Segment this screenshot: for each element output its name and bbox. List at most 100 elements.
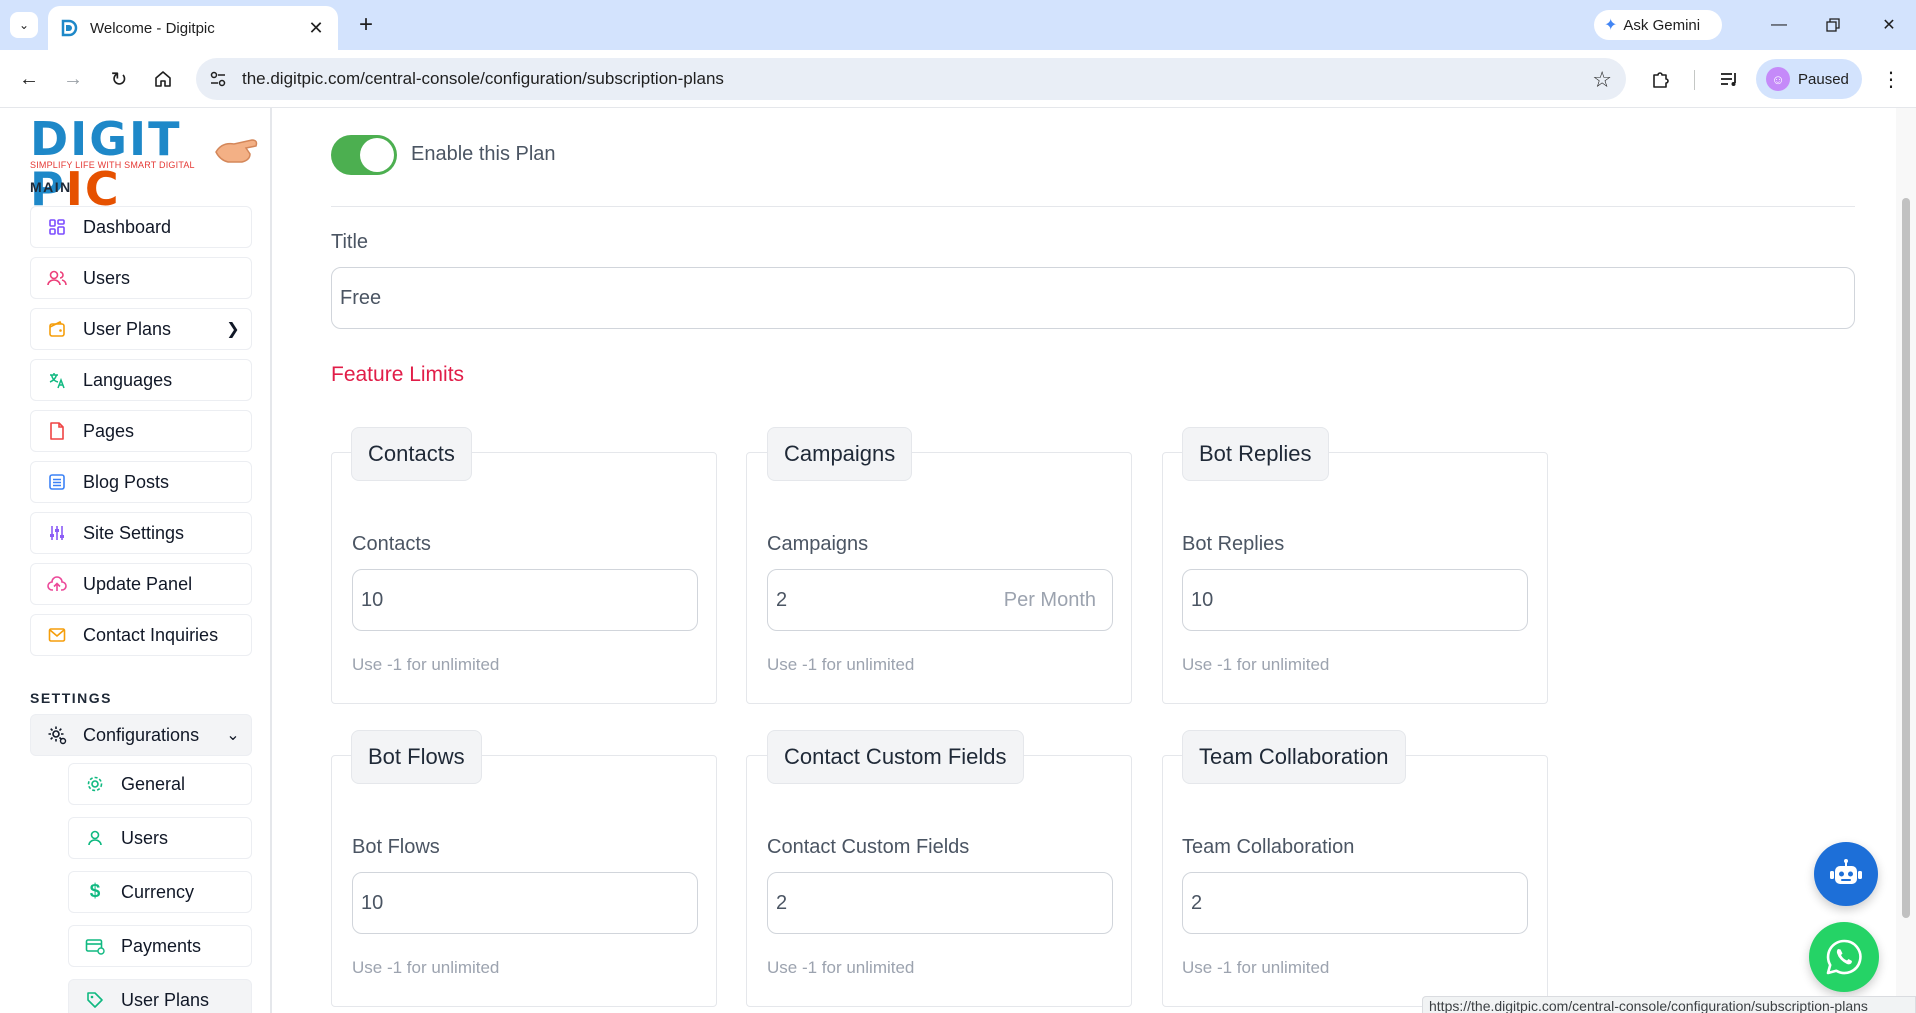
feature-hint: Use -1 for unlimited xyxy=(352,655,500,674)
sidebar-item-configurations[interactable]: Configurations ⌄ xyxy=(30,714,252,756)
sidebar-item-languages[interactable]: Languages xyxy=(30,359,252,401)
user-icon xyxy=(85,828,105,848)
title-label: Title xyxy=(331,231,369,253)
scrollbar-thumb[interactable] xyxy=(1902,198,1910,918)
sidebar-item-user-plans[interactable]: User Plans ❯ xyxy=(30,308,252,350)
chevron-down-icon: ⌄ xyxy=(18,18,30,32)
browser-tab[interactable]: Welcome - Digitpic ✕ xyxy=(48,6,338,50)
toolbar-separator xyxy=(1694,70,1695,90)
sidebar-item-pages[interactable]: Pages xyxy=(30,410,252,452)
cloud-upload-icon xyxy=(47,574,67,594)
sidebar-item-label: Users xyxy=(83,267,131,288)
sidebar-item-dashboard[interactable]: Dashboard xyxy=(30,206,252,248)
sidebar-item-site-settings[interactable]: Site Settings xyxy=(30,512,252,554)
sidebar-item-contact-inquiries[interactable]: Contact Inquiries xyxy=(30,614,252,656)
feature-input-value: 2 xyxy=(776,891,788,914)
profile-avatar-icon: ☺ xyxy=(1766,67,1790,91)
browser-menu-icon[interactable]: ⋮ xyxy=(1878,64,1904,94)
restore-window-icon[interactable] xyxy=(1818,12,1848,38)
feature-limits-heading: Feature Limits xyxy=(331,363,465,386)
mail-icon xyxy=(47,625,67,645)
feature-hint: Use -1 for unlimited xyxy=(1182,958,1330,977)
settings-section-label: SETTINGS xyxy=(30,690,113,706)
feature-legend: Team Collaboration xyxy=(1182,730,1406,784)
ask-gemini-button[interactable]: ✦ Ask Gemini xyxy=(1594,10,1722,40)
site-info-icon[interactable] xyxy=(208,69,228,89)
digitpic-favicon-icon xyxy=(61,19,78,37)
sidebar-item-label: Contact Inquiries xyxy=(83,624,219,645)
section-divider xyxy=(331,206,1855,207)
page-scrollbar[interactable] xyxy=(1896,108,1916,1013)
address-bar[interactable]: the.digitpic.com/central-console/configu… xyxy=(196,58,1626,100)
sidebar-item-label: Update Panel xyxy=(83,573,193,594)
feature-field-label: Team Collaboration xyxy=(1182,836,1355,858)
whatsapp-button[interactable] xyxy=(1809,922,1879,992)
toggle-knob xyxy=(360,138,394,172)
chevron-down-icon: ⌄ xyxy=(226,727,240,744)
sidebar-item-label: Dashboard xyxy=(83,216,172,237)
enable-plan-toggle[interactable] xyxy=(331,135,397,175)
close-window-icon[interactable]: ✕ xyxy=(1874,12,1904,38)
sidebar-subitem-payments[interactable]: Payments xyxy=(68,925,252,967)
sidebar-item-label: Configurations xyxy=(83,724,200,745)
feature-legend: Contacts xyxy=(351,427,472,481)
bookmark-star-icon[interactable]: ☆ xyxy=(1592,67,1612,93)
minimize-window-icon[interactable]: — xyxy=(1764,12,1794,38)
sidebar-subitem-general[interactable]: General xyxy=(68,763,252,805)
list-icon xyxy=(47,472,67,492)
back-arrow-icon[interactable]: ← xyxy=(14,64,44,94)
close-tab-icon[interactable]: ✕ xyxy=(306,18,326,39)
title-input[interactable]: Free xyxy=(331,267,1855,329)
url-text: the.digitpic.com/central-console/configu… xyxy=(242,69,724,88)
feature-input-value: 10 xyxy=(1191,588,1214,611)
logo-tagline: SIMPLIFY LIFE WITH SMART DIGITAL xyxy=(30,160,195,170)
profile-button[interactable]: ☺ Paused xyxy=(1756,59,1862,99)
sidebar-item-update-panel[interactable]: Update Panel xyxy=(30,563,252,605)
feature-hint: Use -1 for unlimited xyxy=(767,655,915,674)
feature-hint: Use -1 for unlimited xyxy=(352,958,500,977)
feature-field-label: Contacts xyxy=(352,533,431,555)
campaigns-limit-input[interactable]: 2 Per Month xyxy=(767,569,1113,631)
bot-flows-limit-input[interactable]: 10 xyxy=(352,872,698,934)
file-icon xyxy=(47,421,67,441)
sidebar-subitem-currency[interactable]: $ Currency xyxy=(68,871,252,913)
home-icon[interactable] xyxy=(148,64,178,94)
feature-legend: Campaigns xyxy=(767,427,913,481)
gear-settings-icon xyxy=(47,725,67,745)
reload-icon[interactable]: ↻ xyxy=(104,64,134,94)
dashboard-icon xyxy=(47,217,67,237)
bot-replies-limit-input[interactable]: 10 xyxy=(1182,569,1528,631)
sidebar-item-label: Payments xyxy=(121,935,202,956)
extensions-puzzle-icon[interactable] xyxy=(1646,64,1676,94)
sidebar-subitem-user-plans[interactable]: User Plans xyxy=(68,979,252,1013)
tab-search-button[interactable]: ⌄ xyxy=(10,12,38,38)
sidebar-item-label: General xyxy=(121,773,186,794)
new-tab-button[interactable]: + xyxy=(352,11,380,39)
contacts-limit-input[interactable]: 10 xyxy=(352,569,698,631)
contact-custom-fields-limit-input[interactable]: 2 xyxy=(767,872,1113,934)
ask-gemini-label: Ask Gemini xyxy=(1623,16,1701,34)
sidebar-item-label: Users xyxy=(121,827,169,848)
sidebar-item-blog-posts[interactable]: Blog Posts xyxy=(30,461,252,503)
feature-input-value: 2 xyxy=(1191,891,1203,914)
chevron-right-icon: ❯ xyxy=(226,321,240,338)
title-input-value: Free xyxy=(340,286,382,309)
whatsapp-icon xyxy=(1826,939,1862,975)
sidebar-item-users[interactable]: Users xyxy=(30,257,252,299)
feature-field-label: Bot Replies xyxy=(1182,533,1285,555)
sidebar-item-label: Blog Posts xyxy=(83,471,170,492)
per-month-suffix: Per Month xyxy=(1003,588,1096,611)
sidebar-subitem-users[interactable]: Users xyxy=(68,817,252,859)
feature-legend: Contact Custom Fields xyxy=(767,730,1024,784)
media-controls-icon[interactable] xyxy=(1714,64,1744,94)
feature-field-label: Contact Custom Fields xyxy=(767,836,970,858)
digitpic-logo[interactable]: DIGIT PIC SIMPLIFY LIFE WITH SMART DIGIT… xyxy=(30,114,260,214)
tab-title: Welcome - Digitpic xyxy=(90,19,215,37)
chatbot-button[interactable] xyxy=(1814,842,1878,906)
team-collaboration-limit-input[interactable]: 2 xyxy=(1182,872,1528,934)
sidebar-item-label: Currency xyxy=(121,881,195,902)
sidebar-item-label: User Plans xyxy=(83,318,172,339)
gear-icon xyxy=(85,774,105,794)
sidebar-item-label: Pages xyxy=(83,420,135,441)
forward-arrow-icon[interactable]: → xyxy=(58,64,88,94)
